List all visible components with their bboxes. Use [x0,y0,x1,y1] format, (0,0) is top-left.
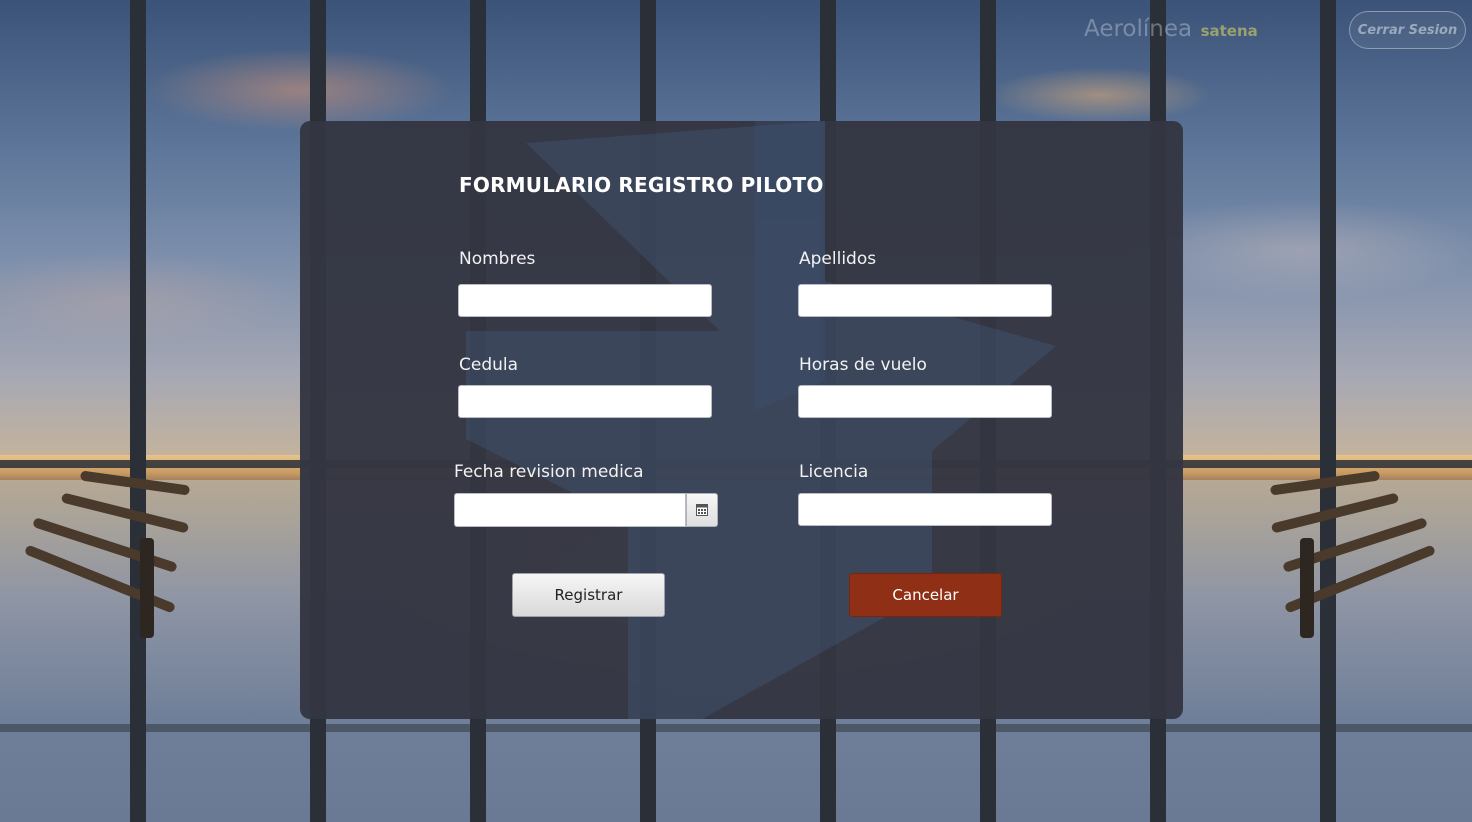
licencia-input[interactable] [798,493,1052,526]
apellidos-label: Apellidos [799,249,877,269]
horas-vuelo-label: Horas de vuelo [799,355,927,375]
form-title: FORMULARIO REGISTRO PILOTO [459,173,824,197]
window-crossbar [0,724,1472,732]
nombres-label: Nombres [459,249,536,269]
lounge-bench [1269,470,1440,638]
apellidos-input[interactable] [798,284,1052,317]
calendar-icon [696,504,708,516]
cedula-input[interactable] [458,385,712,418]
logo-watermark-icon [466,121,1056,719]
window-frame [1320,0,1336,822]
horas-vuelo-input[interactable] [798,385,1052,418]
licencia-label: Licencia [799,462,869,482]
date-picker-button[interactable] [686,493,718,527]
brand-logo: Aerolínea satena [1084,16,1258,42]
lounge-bench [20,470,191,638]
fecha-revision-input[interactable] [454,493,686,527]
logout-button[interactable]: Cerrar Sesion [1349,11,1466,49]
nombres-input[interactable] [458,284,712,317]
cancel-button[interactable]: Cancelar [849,573,1002,617]
register-button[interactable]: Registrar [512,573,665,617]
brand-prefix: Aerolínea [1084,16,1193,42]
brand-name: satena [1200,22,1258,40]
fecha-revision-label: Fecha revision medica [454,462,644,482]
window-frame [130,0,146,822]
fecha-revision-datepicker [454,493,718,527]
cedula-label: Cedula [459,355,519,375]
registration-panel: FORMULARIO REGISTRO PILOTO Nombres Apell… [300,121,1183,719]
